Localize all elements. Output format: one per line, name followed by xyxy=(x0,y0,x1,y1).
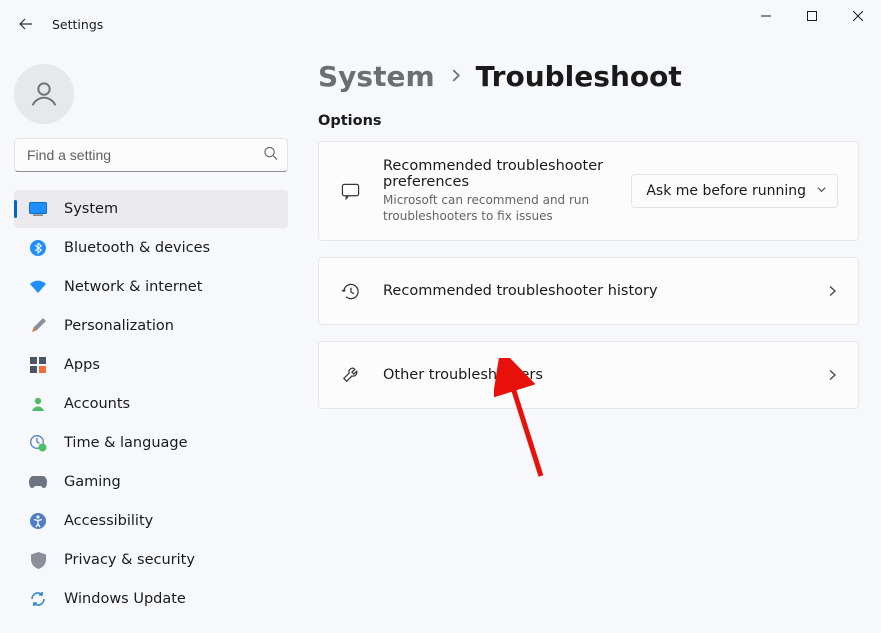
system-icon xyxy=(28,199,48,219)
card-troubleshooter-history[interactable]: Recommended troubleshooter history xyxy=(318,257,859,325)
nav-item-accounts[interactable]: Accounts xyxy=(14,385,288,423)
wrench-icon xyxy=(339,366,361,385)
nav-label: Accessibility xyxy=(64,513,153,529)
nav-item-bluetooth[interactable]: Bluetooth & devices xyxy=(14,229,288,267)
chevron-right-icon xyxy=(449,67,462,86)
section-label-options: Options xyxy=(318,113,859,129)
nav-item-personalization[interactable]: Personalization xyxy=(14,307,288,345)
paintbrush-icon xyxy=(28,316,48,336)
window-controls xyxy=(743,0,881,32)
chat-icon xyxy=(339,182,361,201)
back-button[interactable] xyxy=(14,12,38,36)
maximize-button[interactable] xyxy=(789,0,835,32)
breadcrumb-parent[interactable]: System xyxy=(318,60,435,93)
card-title: Recommended troubleshooter preferences xyxy=(383,158,631,190)
dropdown-value: Ask me before running xyxy=(646,183,806,199)
search-input[interactable] xyxy=(14,138,288,172)
nav-label: Windows Update xyxy=(64,591,186,607)
nav-item-network[interactable]: Network & internet xyxy=(14,268,288,306)
nav-label: Network & internet xyxy=(64,279,202,295)
nav-label: Apps xyxy=(64,357,100,373)
nav-item-system[interactable]: System xyxy=(14,190,288,228)
search-container xyxy=(14,138,288,172)
nav-list: System Bluetooth & devices Network & int… xyxy=(8,190,294,618)
clock-globe-icon xyxy=(28,433,48,453)
card-other-troubleshooters[interactable]: Other troubleshooters xyxy=(318,341,859,409)
preferences-dropdown[interactable]: Ask me before running xyxy=(631,174,838,208)
nav-label: System xyxy=(64,201,118,217)
shield-icon xyxy=(28,550,48,570)
apps-icon xyxy=(28,355,48,375)
nav-item-gaming[interactable]: Gaming xyxy=(14,463,288,501)
window-title: Settings xyxy=(52,17,103,32)
nav-label: Privacy & security xyxy=(64,552,195,568)
person-icon xyxy=(28,394,48,414)
close-button[interactable] xyxy=(835,0,881,32)
nav-item-time-language[interactable]: Time & language xyxy=(14,424,288,462)
nav-item-accessibility[interactable]: Accessibility xyxy=(14,502,288,540)
nav-item-privacy[interactable]: Privacy & security xyxy=(14,541,288,579)
nav-item-apps[interactable]: Apps xyxy=(14,346,288,384)
sidebar: System Bluetooth & devices Network & int… xyxy=(0,48,302,633)
breadcrumb: System Troubleshoot xyxy=(318,60,859,93)
nav-label: Gaming xyxy=(64,474,121,490)
search-icon xyxy=(263,146,278,165)
bluetooth-icon xyxy=(28,238,48,258)
card-title: Other troubleshooters xyxy=(383,367,818,383)
card-title: Recommended troubleshooter history xyxy=(383,283,818,299)
nav-label: Time & language xyxy=(64,435,188,451)
accessibility-icon xyxy=(28,511,48,531)
main-panel: System Troubleshoot Options Recommended … xyxy=(302,48,881,633)
history-icon xyxy=(339,282,361,301)
chevron-down-icon xyxy=(816,183,827,199)
nav-label: Bluetooth & devices xyxy=(64,240,210,256)
nav-label: Accounts xyxy=(64,396,130,412)
gamepad-icon xyxy=(28,472,48,492)
card-troubleshooter-preferences[interactable]: Recommended troubleshooter preferences M… xyxy=(318,141,859,241)
chevron-right-icon xyxy=(826,282,838,301)
breadcrumb-current: Troubleshoot xyxy=(476,60,682,93)
nav-label: Personalization xyxy=(64,318,174,334)
card-subtitle: Microsoft can recommend and run troubles… xyxy=(383,192,631,224)
nav-item-windows-update[interactable]: Windows Update xyxy=(14,580,288,618)
account-avatar[interactable] xyxy=(14,64,74,124)
minimize-button[interactable] xyxy=(743,0,789,32)
update-icon xyxy=(28,589,48,609)
wifi-icon xyxy=(28,277,48,297)
chevron-right-icon xyxy=(826,366,838,385)
